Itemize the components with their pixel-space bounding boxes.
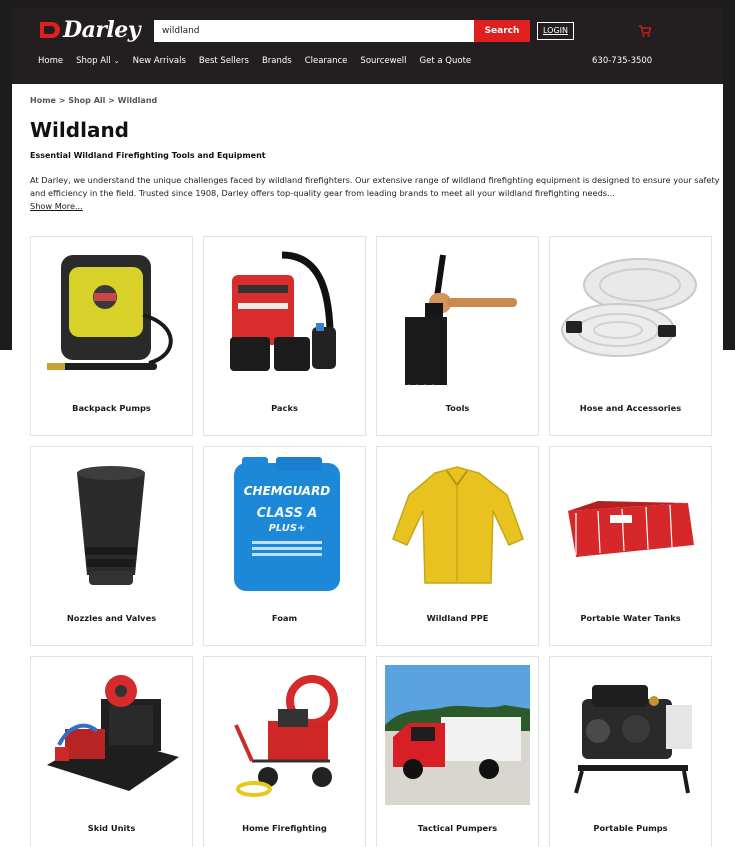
category-card-wildland-ppe[interactable]: Wildland PPE [376, 446, 539, 646]
nav-clearance[interactable]: Clearance [305, 56, 348, 66]
category-label: Portable Water Tanks [580, 613, 681, 623]
jug-sub-text: PLUS+ [269, 523, 306, 534]
home-pump-image [234, 675, 338, 797]
truck-image [385, 665, 530, 805]
category-card-foam[interactable]: CHEMGUARD CLASS A PLUS+ Foam [203, 446, 366, 646]
chevron-down-icon: ⌄ [113, 57, 120, 65]
nav-brands[interactable]: Brands [262, 56, 292, 66]
category-label: Home Firefighting [242, 823, 327, 833]
page-title: Wildland [30, 118, 129, 142]
category-label: Packs [271, 403, 298, 413]
category-card-tools[interactable]: Tools [376, 236, 539, 436]
category-card-home-firefighting[interactable]: Home Firefighting [203, 656, 366, 847]
nozzle-image [77, 466, 145, 585]
darley-logo-mark-icon [40, 22, 60, 38]
category-label: Backpack Pumps [72, 403, 151, 413]
nav-best-sellers[interactable]: Best Sellers [199, 56, 249, 66]
shirt-image [392, 466, 524, 584]
breadcrumb[interactable]: Home > Shop All > Wildland [30, 96, 157, 105]
category-label: Hose and Accessories [579, 403, 682, 413]
hose-image [561, 258, 697, 357]
category-description: At Darley, we understand the unique chal… [30, 175, 720, 198]
darley-logo[interactable]: Darley [38, 17, 141, 43]
nav-shop-all-label: Shop All [76, 56, 111, 66]
category-label: Tools [445, 403, 470, 413]
category-card-portable-pumps[interactable]: Portable Pumps [549, 656, 712, 847]
portable-pump-image [574, 685, 692, 794]
nav-home[interactable]: Home [38, 56, 63, 66]
category-card-skid-units[interactable]: Skid Units [30, 656, 193, 847]
category-label: Tactical Pumpers [417, 823, 498, 833]
page-subtitle: Essential Wildland Firefighting Tools an… [30, 151, 266, 160]
page: Darley Search LOGIN Home Shop All⌄ New A… [12, 8, 723, 847]
main-nav: Home Shop All ⌄ New Arrivals Best Sellers… [38, 56, 484, 66]
category-label: Skid Units [87, 823, 136, 833]
category-label: Portable Pumps [593, 823, 668, 833]
category-card-hose-and-accessories[interactable]: Hose and Accessories [549, 236, 712, 436]
cart-icon[interactable] [638, 24, 652, 38]
phone-number[interactable]: 630-735-3500 [592, 56, 652, 66]
category-label: Wildland PPE [426, 613, 489, 623]
logo-wordmark: Darley [63, 17, 141, 43]
jug-line-text: CLASS A [257, 506, 318, 521]
nav-shop-all[interactable]: Shop All ⌄ [76, 56, 120, 66]
nav-get-a-quote[interactable]: Get a Quote [420, 56, 472, 66]
pack-image [230, 251, 336, 371]
nav-new-arrivals[interactable]: New Arrivals [133, 56, 186, 66]
search-button[interactable]: Search [474, 20, 530, 42]
category-card-backpack-pumps[interactable]: Backpack Pumps [30, 236, 193, 436]
tool-image [405, 254, 517, 385]
category-card-tactical-pumpers[interactable]: Tactical Pumpers [376, 656, 539, 847]
category-card-nozzles-and-valves[interactable]: Nozzles and Valves [30, 446, 193, 646]
search-input[interactable] [154, 20, 474, 42]
water-tank-image [568, 501, 694, 557]
login-link[interactable]: LOGIN [537, 22, 575, 40]
category-card-packs[interactable]: Packs [203, 236, 366, 436]
foam-jug-image: CHEMGUARD CLASS A PLUS+ [234, 457, 340, 591]
category-label: Nozzles and Valves [66, 613, 157, 623]
show-more-link[interactable]: Show More... [30, 201, 83, 211]
site-header: Darley Search LOGIN Home Shop All⌄ New A… [12, 8, 723, 84]
nav-sourcewell[interactable]: Sourcewell [360, 56, 406, 66]
category-label: Foam [271, 613, 298, 623]
category-card-portable-water-tanks[interactable]: Portable Water Tanks [549, 446, 712, 646]
jug-brand-text: CHEMGUARD [244, 484, 331, 498]
skid-unit-image [47, 675, 179, 791]
backpack-pump-image [47, 255, 173, 370]
